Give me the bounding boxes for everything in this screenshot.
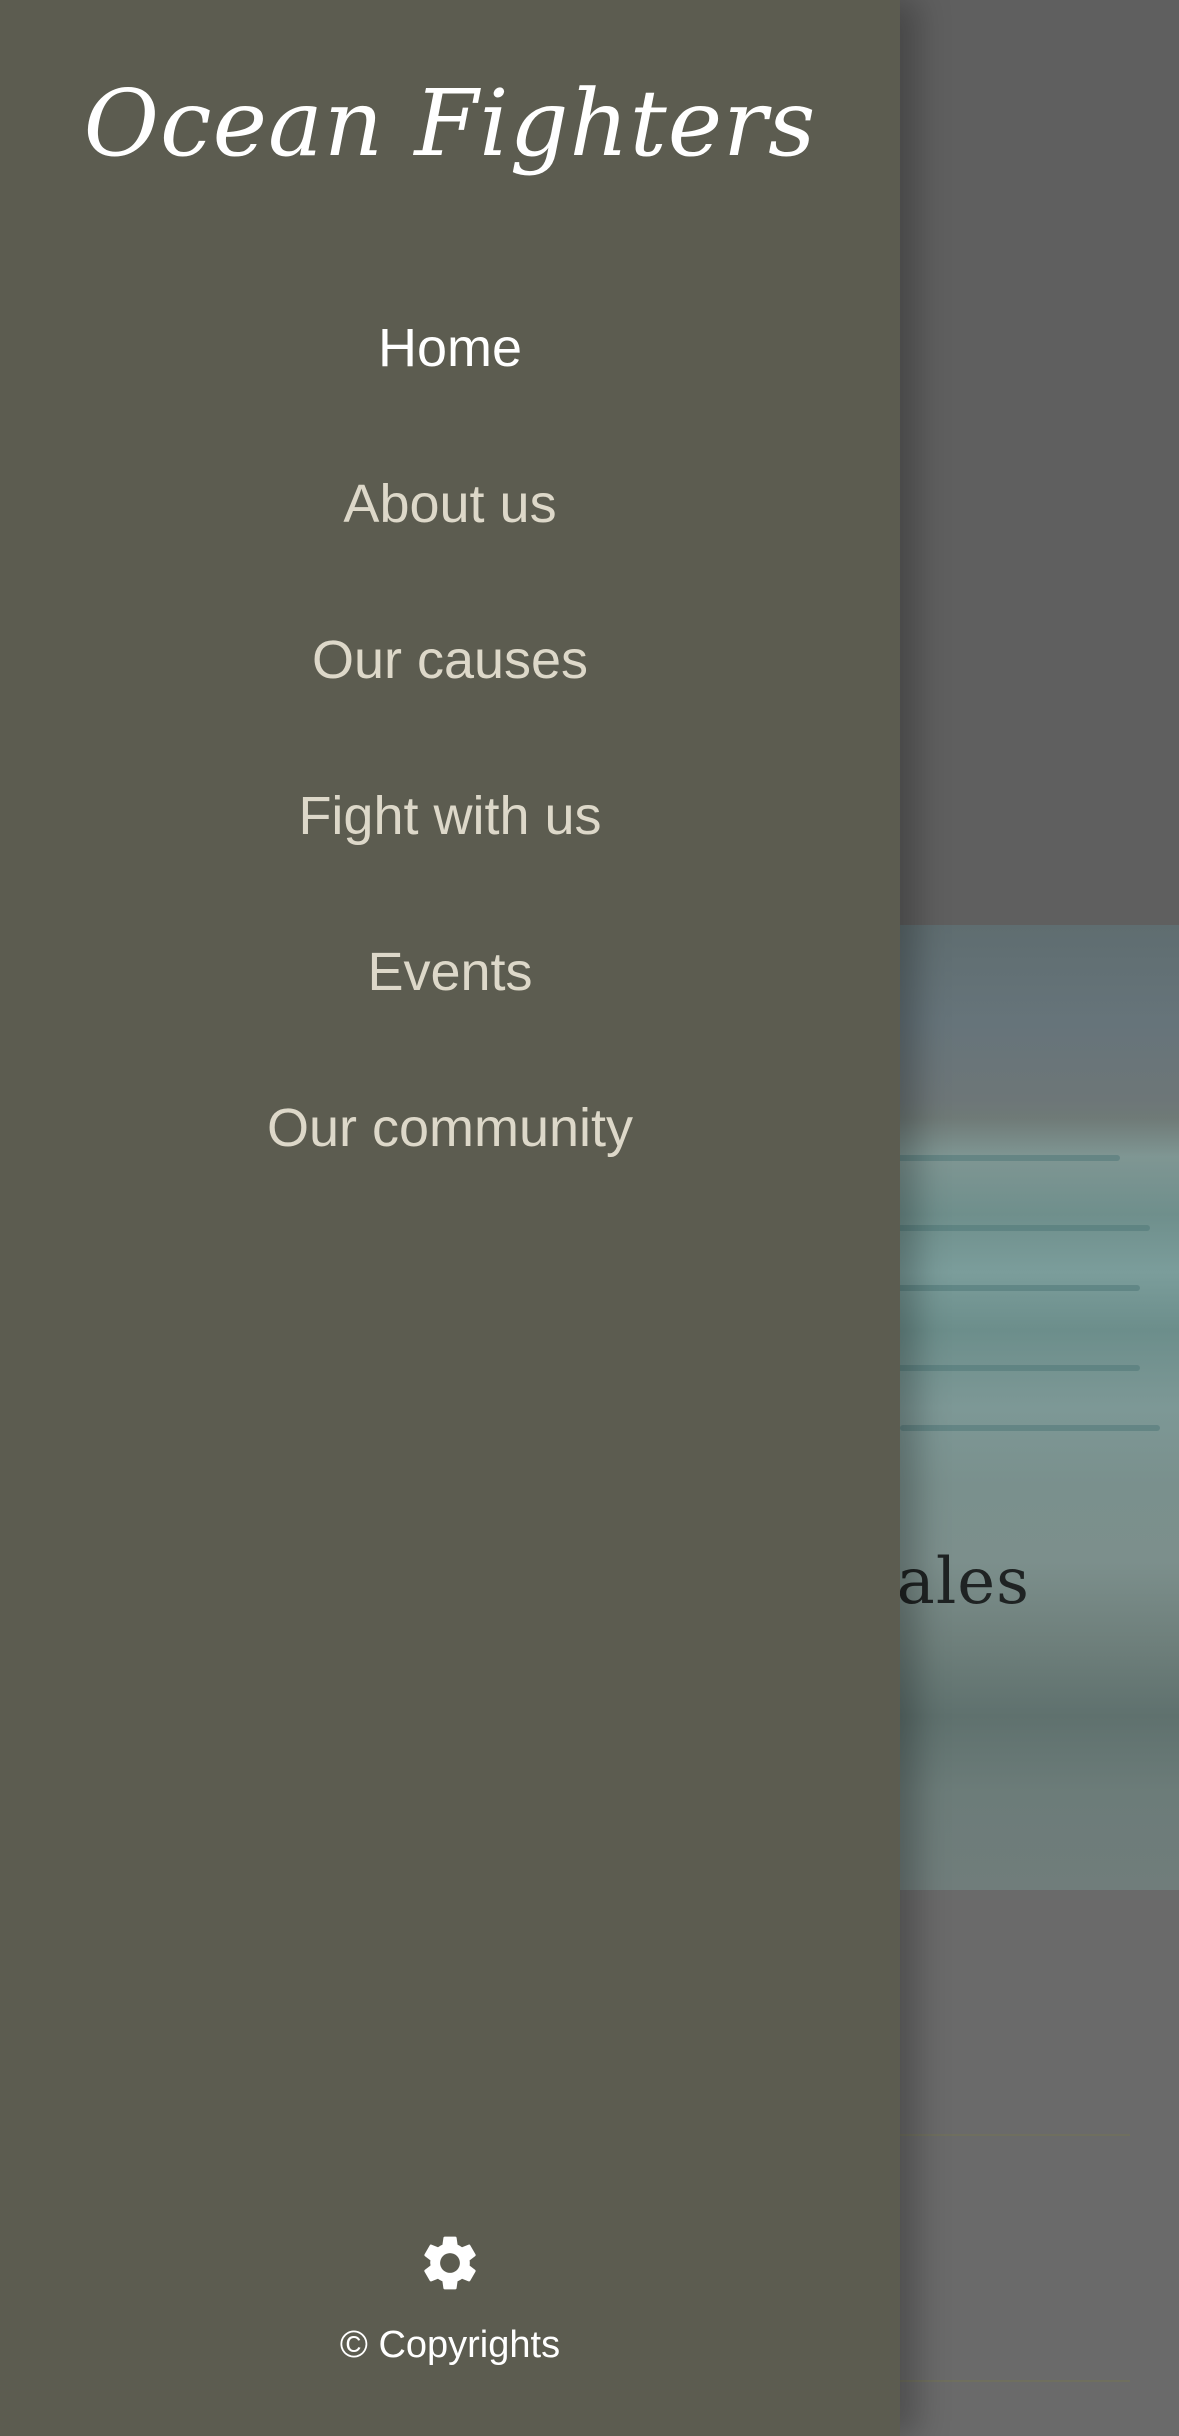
drawer-footer: © Copyrights [0,2230,900,2367]
nav-item-our-causes[interactable]: Our causes [0,612,900,768]
nav-item-fight-with-us[interactable]: Fight with us [0,768,900,924]
nav-menu: Home About us Our causes Fight with us E… [0,300,900,1236]
divider [880,2134,1130,2136]
divider [880,2380,1130,2382]
wave-decoration [900,1425,1160,1431]
nav-item-about-us[interactable]: About us [0,456,900,612]
brand-logo[interactable]: Ocean Fighters [0,70,900,177]
navigation-drawer: Ocean Fighters Home About us Our causes … [0,0,900,2436]
copyright-text: © Copyrights [339,2324,561,2366]
wave-decoration [860,1285,1140,1291]
gear-icon[interactable] [417,2230,483,2296]
nav-item-events[interactable]: Events [0,924,900,1080]
nav-item-home[interactable]: Home [0,300,900,456]
nav-item-our-community[interactable]: Our community [0,1080,900,1236]
